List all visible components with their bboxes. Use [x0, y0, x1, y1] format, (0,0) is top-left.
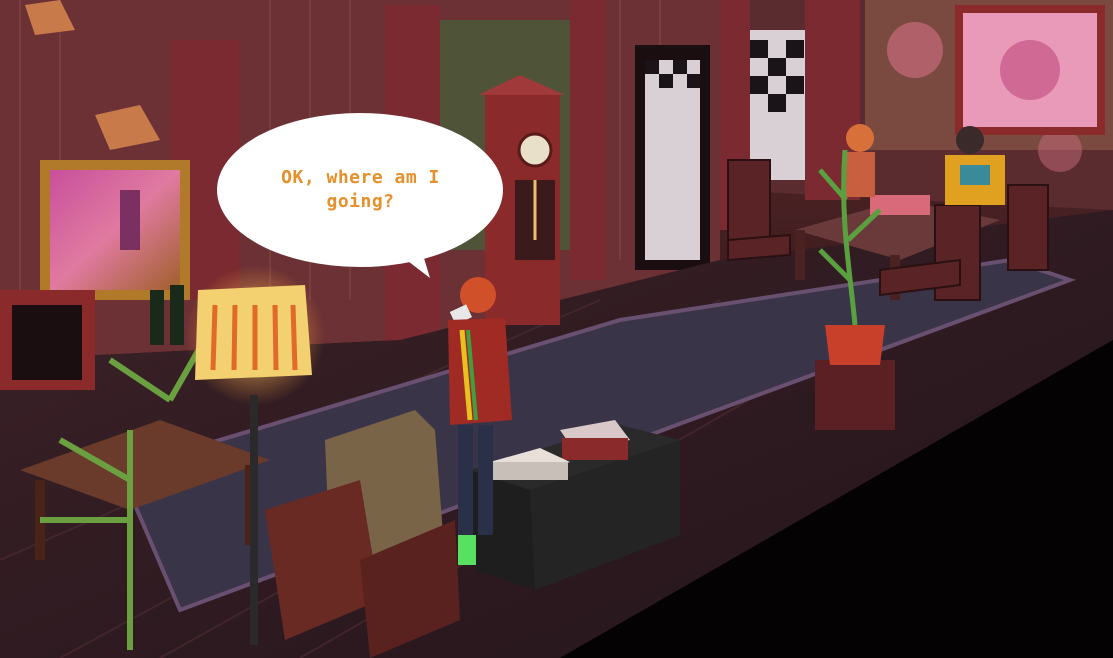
tv-set[interactable]	[0, 290, 95, 390]
painting-left[interactable]	[40, 160, 190, 300]
npc-red-haired[interactable]	[845, 124, 875, 197]
painting-right[interactable]	[955, 5, 1105, 135]
game-scene[interactable]	[0, 0, 1113, 658]
